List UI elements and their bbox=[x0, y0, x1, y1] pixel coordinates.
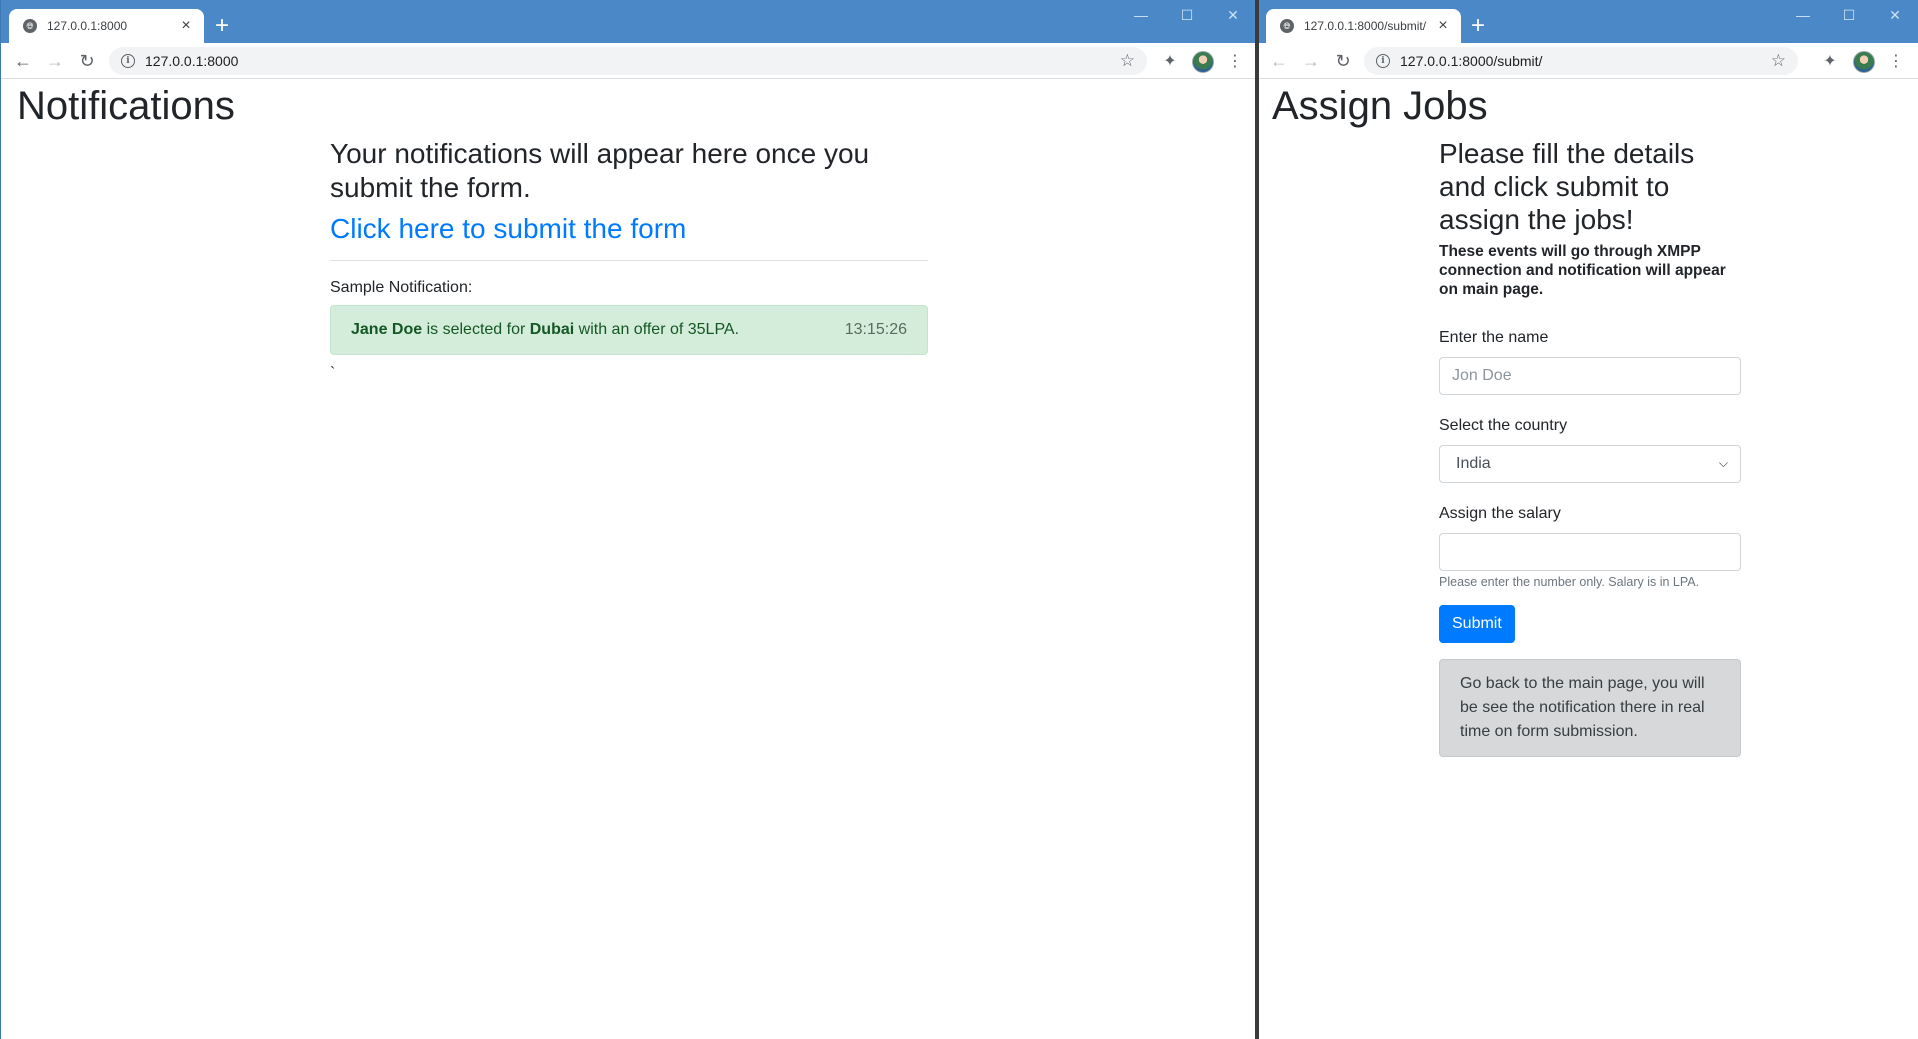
browser-toolbar: ← → ↻ i 127.0.0.1:8000 ☆ ✦ ⋮ bbox=[1, 43, 1256, 79]
browser-tab[interactable]: 🌐︎ 127.0.0.1:8000 × bbox=[9, 9, 204, 43]
close-icon[interactable]: × bbox=[1433, 16, 1453, 36]
kebab-menu-icon[interactable]: ⋮ bbox=[1221, 47, 1249, 75]
page-title: Assign Jobs bbox=[1272, 84, 1488, 128]
arrow-left-icon[interactable]: ← bbox=[1265, 47, 1293, 75]
assign-jobs-form: Please fill the details and click submit… bbox=[1439, 137, 1741, 757]
globe-icon: 🌐︎ bbox=[23, 19, 37, 33]
url-text: 127.0.0.1:8000 bbox=[145, 53, 239, 69]
name-placeholder: Jon Doe bbox=[1452, 366, 1512, 384]
browser-toolbar: ← → ↻ i 127.0.0.1:8000/submit/ ☆ ✦ ⋮ bbox=[1259, 43, 1918, 79]
notifications-panel: Your notifications will appear here once… bbox=[330, 137, 928, 383]
info-icon[interactable]: i bbox=[121, 54, 135, 68]
notification-text-2: with an offer of 35LPA. bbox=[574, 320, 740, 338]
address-bar[interactable]: i 127.0.0.1:8000/submit/ ☆ bbox=[1364, 47, 1798, 75]
page-title: Notifications bbox=[17, 84, 235, 128]
page-content: Assign Jobs Please fill the details and … bbox=[1259, 80, 1918, 1039]
avatar[interactable] bbox=[1192, 51, 1214, 73]
minimize-icon[interactable]: — bbox=[1118, 0, 1164, 30]
divider bbox=[330, 259, 928, 261]
page-content: Notifications Your notifications will ap… bbox=[1, 80, 1256, 1039]
close-icon[interactable]: × bbox=[176, 16, 196, 36]
maximize-icon[interactable]: ☐ bbox=[1164, 0, 1210, 30]
stray-backtick: ` bbox=[330, 364, 336, 382]
salary-input[interactable] bbox=[1439, 532, 1741, 571]
chevron-down-icon: ⌵ bbox=[1718, 456, 1728, 471]
form-heading: Please fill the details and click submit… bbox=[1439, 138, 1695, 236]
url-text: 127.0.0.1:8000/submit/ bbox=[1400, 53, 1543, 69]
notification-time: 13:15:26 bbox=[844, 320, 907, 338]
browser-window-notifications: 🌐︎ 127.0.0.1:8000 × + — ☐ ✕ ← → ↻ i 127.… bbox=[0, 0, 1256, 1039]
salary-help-text: Please enter the number only. Salary is … bbox=[1439, 574, 1700, 589]
star-icon[interactable]: ☆ bbox=[1120, 51, 1135, 71]
arrow-right-icon[interactable]: → bbox=[41, 47, 69, 75]
notification-text-1: is selected for bbox=[422, 320, 530, 338]
plus-icon[interactable]: + bbox=[209, 12, 235, 39]
window-close-icon[interactable]: ✕ bbox=[1210, 0, 1256, 30]
notification-name: Jane Doe bbox=[351, 320, 423, 338]
browser-tab[interactable]: 🌐︎ 127.0.0.1:8000/submit/ × bbox=[1266, 9, 1461, 43]
arrow-right-icon[interactable]: → bbox=[1297, 47, 1325, 75]
notification-message: Jane Doe is selected for Dubai with an o… bbox=[351, 321, 845, 339]
info-icon[interactable]: i bbox=[1376, 54, 1390, 68]
kebab-menu-icon[interactable]: ⋮ bbox=[1882, 47, 1910, 75]
country-selected-value: India bbox=[1456, 454, 1491, 472]
salary-label: Assign the salary bbox=[1439, 504, 1561, 522]
name-input[interactable]: Jon Doe bbox=[1439, 356, 1741, 395]
arrow-left-icon[interactable]: ← bbox=[9, 47, 37, 75]
puzzle-icon[interactable]: ✦ bbox=[1156, 47, 1184, 75]
reload-icon[interactable]: ↻ bbox=[1329, 47, 1357, 75]
country-select[interactable]: India ⌵ bbox=[1439, 444, 1741, 483]
title-bar: 🌐︎ 127.0.0.1:8000 × + — ☐ ✕ bbox=[1, 0, 1256, 43]
reload-icon[interactable]: ↻ bbox=[73, 47, 101, 75]
lead-text: Your notifications will appear here once… bbox=[330, 138, 870, 203]
submit-button[interactable]: Submit bbox=[1439, 604, 1515, 643]
browser-window-assign-jobs: 🌐︎ 127.0.0.1:8000/submit/ × + — ☐ ✕ ← → … bbox=[1259, 0, 1918, 1039]
notification-place: Dubai bbox=[529, 320, 575, 338]
country-label: Select the country bbox=[1439, 416, 1568, 434]
plus-icon[interactable]: + bbox=[1465, 12, 1491, 39]
info-box: Go back to the main page, you will be se… bbox=[1439, 658, 1741, 757]
tab-title: 127.0.0.1:8000/submit/ bbox=[1304, 19, 1427, 33]
puzzle-icon[interactable]: ✦ bbox=[1816, 47, 1844, 75]
sample-label: Sample Notification: bbox=[330, 278, 473, 296]
minimize-icon[interactable]: — bbox=[1780, 0, 1826, 30]
submit-form-link[interactable]: Click here to submit the form bbox=[330, 212, 928, 246]
window-close-icon[interactable]: ✕ bbox=[1872, 0, 1918, 30]
star-icon[interactable]: ☆ bbox=[1771, 51, 1786, 71]
globe-icon: 🌐︎ bbox=[1280, 19, 1294, 33]
name-label: Enter the name bbox=[1439, 328, 1549, 346]
notification-alert: Jane Doe is selected for Dubai with an o… bbox=[330, 304, 928, 355]
form-subheading: These events will go through XMPP connec… bbox=[1439, 243, 1726, 298]
title-bar: 🌐︎ 127.0.0.1:8000/submit/ × + — ☐ ✕ bbox=[1259, 0, 1918, 43]
address-bar[interactable]: i 127.0.0.1:8000 ☆ bbox=[109, 47, 1147, 75]
tab-title: 127.0.0.1:8000 bbox=[47, 19, 128, 33]
avatar[interactable] bbox=[1853, 51, 1875, 73]
maximize-icon[interactable]: ☐ bbox=[1826, 0, 1872, 30]
